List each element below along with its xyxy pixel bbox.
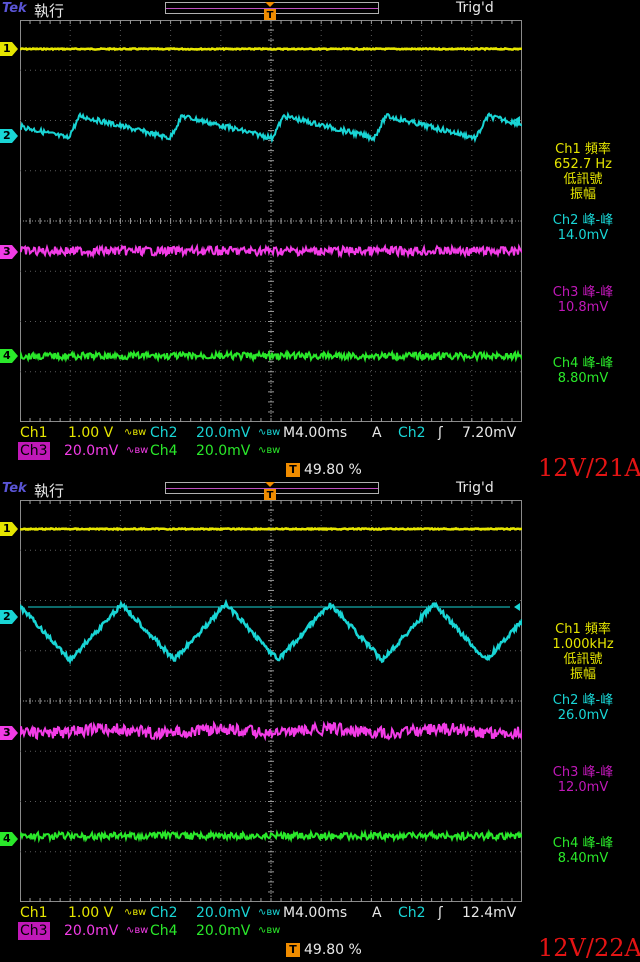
ch3-label: Ch3 [18, 442, 50, 460]
svg-text:T: T [267, 10, 274, 20]
brand-logo: Tek [2, 481, 27, 496]
ch2-trace [20, 111, 522, 144]
trigger-position-marker: T [264, 482, 276, 500]
trigger-position-readout: T 49.80 % [286, 941, 362, 959]
top-bar: Tek 執行 Trig'd [0, 0, 640, 20]
status-row-2: Ch3 20.0mV ∿ʙᴡ Ch4 20.0mV ∿ʙᴡ [0, 922, 530, 940]
status-row-1: Ch1 1.00 V ∿ʙᴡ Ch2 20.0mV ∿ʙᴡ M4.00ms A … [0, 904, 530, 922]
svg-text:T: T [267, 490, 274, 500]
ch3-marker[interactable]: 3 [0, 726, 18, 740]
trigger-status: Trig'd [456, 0, 494, 16]
ch2-marker[interactable]: 2 [0, 610, 18, 624]
bw-limit-icon: ∿ʙᴡ [258, 907, 281, 918]
ch4-trace [20, 828, 522, 844]
ch4-trace [20, 349, 522, 363]
ch1-marker[interactable]: 1 [0, 42, 18, 56]
ch1-trace [20, 46, 522, 52]
run-state: 執行 [34, 2, 65, 20]
trigger-level-arrow [514, 603, 520, 611]
ch4-marker[interactable]: 4 [0, 832, 18, 846]
status-row-1: Ch1 1.00 V ∿ʙᴡ Ch2 20.0mV ∿ʙᴡ M4.00ms A … [0, 424, 530, 442]
bw-limit-icon: ∿ʙᴡ [126, 925, 149, 936]
brand-logo: Tek [2, 1, 27, 16]
ch3-pk-pk-measurement: Ch3 峰-峰 12.0mV [552, 765, 614, 795]
trigger-mode: A [372, 905, 382, 921]
bw-limit-icon: ∿ʙᴡ [124, 907, 147, 918]
ch4-pk-pk-measurement: Ch4 峰-峰 8.40mV [552, 836, 614, 866]
ch2-marker[interactable]: 2 [0, 129, 18, 143]
trigger-position-marker: T [264, 2, 276, 20]
ch1-frequency-measurement: Ch1 頻率 1.000kHz 低訊號 振幅 [552, 622, 614, 682]
ch4-label: Ch4 [150, 443, 178, 459]
rising-edge-icon: ʃ [438, 905, 443, 921]
caption-load-2: 12V/22A [538, 934, 640, 962]
ch4-label: Ch4 [150, 923, 178, 939]
ch2-pk-pk-measurement: Ch2 峰-峰 26.0mV [552, 693, 614, 723]
ch1-label: Ch1 [20, 425, 48, 441]
ch3-label: Ch3 [18, 922, 50, 940]
trigger-mode: A [372, 425, 382, 441]
ch3-marker[interactable]: 3 [0, 245, 18, 259]
ch1-label: Ch1 [20, 905, 48, 921]
ch1-scale[interactable]: 1.00 V [68, 424, 113, 442]
ch2-pk-pk-measurement: Ch2 峰-峰 14.0mV [552, 213, 614, 243]
ch3-pk-pk-measurement: Ch3 峰-峰 10.8mV [552, 285, 614, 315]
rising-edge-icon: ʃ [438, 425, 443, 441]
trigger-status: Trig'd [456, 480, 494, 496]
ch2-scale[interactable]: 20.0mV [196, 424, 250, 442]
trigger-badge-icon: T [286, 463, 300, 477]
ch1-frequency-measurement: Ch1 頻率 652.7 Hz 低訊號 振幅 [554, 142, 612, 202]
caption-load-1: 12V/21A [538, 454, 640, 482]
ch4-marker[interactable]: 4 [0, 349, 18, 363]
ch2-label: Ch2 [150, 905, 178, 921]
ch4-pk-pk-measurement: Ch4 峰-峰 8.80mV [552, 356, 614, 386]
scope-screen-2: Tek 執行 Trig'd T 1 2 3 4 Ch1 頻率 1.000kHz … [0, 480, 640, 960]
status-row-2: Ch3 20.0mV ∿ʙᴡ Ch4 20.0mV ∿ʙᴡ [0, 442, 530, 460]
trigger-source[interactable]: Ch2 [398, 904, 426, 922]
graticule [20, 500, 522, 902]
trigger-badge-icon: T [286, 943, 300, 957]
trigger-source[interactable]: Ch2 [398, 424, 426, 442]
ch4-scale[interactable]: 20.0mV [196, 442, 250, 460]
trigger-position-readout: T 49.80 % [286, 461, 362, 479]
timebase[interactable]: M4.00ms [283, 904, 347, 922]
scope-screen-1: Tek 執行 Trig'd T 1 2 3 4 Ch1 頻率 652.7 Hz … [0, 0, 640, 480]
graticule [20, 20, 522, 422]
trigger-level[interactable]: 7.20mV [462, 424, 516, 442]
ch1-trace [20, 526, 522, 532]
bw-limit-icon: ∿ʙᴡ [258, 427, 281, 438]
ch3-scale[interactable]: 20.0mV [64, 442, 118, 460]
trigger-level[interactable]: 12.4mV [462, 904, 516, 922]
ch2-scale[interactable]: 20.0mV [196, 904, 250, 922]
top-bar: Tek 執行 Trig'd [0, 480, 640, 500]
ch2-label: Ch2 [150, 425, 178, 441]
bw-limit-icon: ∿ʙᴡ [258, 445, 281, 456]
ch4-scale[interactable]: 20.0mV [196, 922, 250, 940]
bw-limit-icon: ∿ʙᴡ [126, 445, 149, 456]
ch1-marker[interactable]: 1 [0, 522, 18, 536]
timebase[interactable]: M4.00ms [283, 424, 347, 442]
run-state: 執行 [34, 482, 65, 500]
ch1-scale[interactable]: 1.00 V [68, 904, 113, 922]
bw-limit-icon: ∿ʙᴡ [124, 427, 147, 438]
bw-limit-icon: ∿ʙᴡ [258, 925, 281, 936]
ch3-scale[interactable]: 20.0mV [64, 922, 118, 940]
